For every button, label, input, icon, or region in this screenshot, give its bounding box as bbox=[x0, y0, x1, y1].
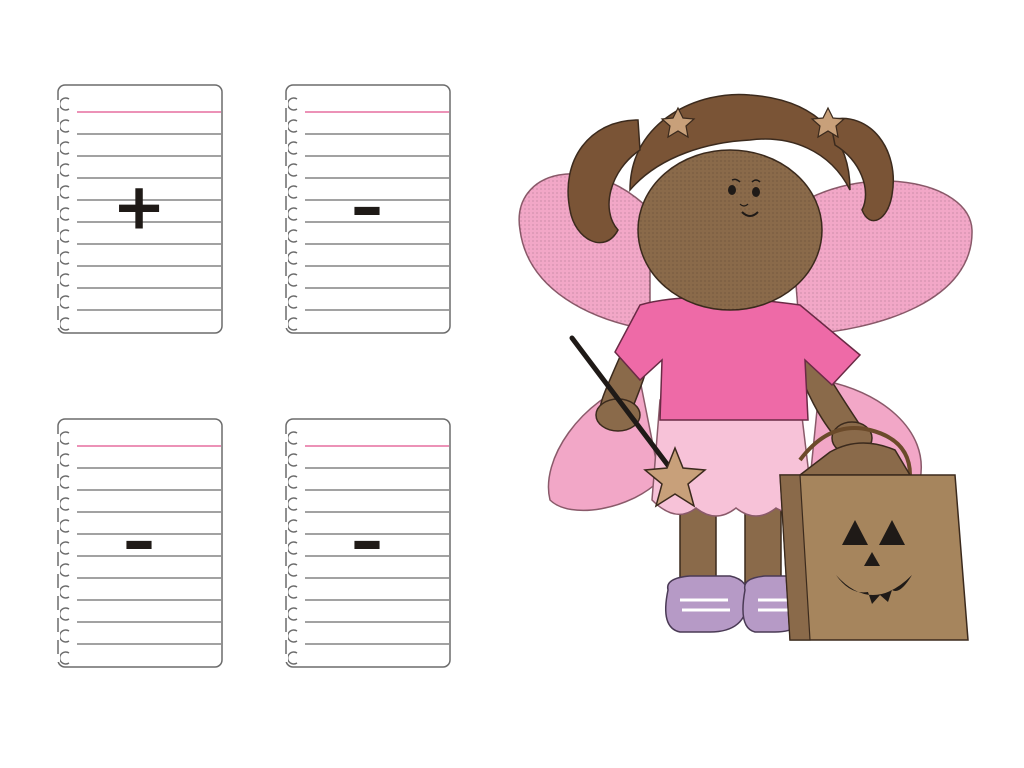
pumpkin-bag-icon bbox=[779, 426, 969, 641]
spiral-ring-icon bbox=[59, 585, 70, 599]
spiral-ring-icon bbox=[287, 295, 298, 309]
spiral-ring-icon bbox=[287, 273, 298, 287]
notepad-card-minus: – bbox=[283, 418, 451, 668]
spiral-ring-icon bbox=[59, 475, 70, 489]
spiral-ring-icon bbox=[287, 119, 298, 133]
spiral-ring-icon bbox=[59, 317, 70, 331]
spiral-ring-icon bbox=[287, 317, 298, 331]
spiral-ring-icon bbox=[287, 163, 298, 177]
card-symbol: – bbox=[123, 504, 155, 579]
spiral-ring-icon bbox=[287, 251, 298, 265]
spiral-ring-icon bbox=[287, 497, 298, 511]
spiral-ring-icon bbox=[287, 453, 298, 467]
spiral-ring-icon bbox=[59, 497, 70, 511]
spiral-ring-icon bbox=[59, 453, 70, 467]
card-symbol: – bbox=[351, 504, 383, 579]
spiral-ring-icon bbox=[59, 163, 70, 177]
spiral-ring-icon bbox=[59, 295, 70, 309]
spiral-ring-icon bbox=[287, 431, 298, 445]
spiral-ring-icon bbox=[287, 141, 298, 155]
spiral-ring-icon bbox=[59, 651, 70, 665]
spiral-ring-icon bbox=[59, 431, 70, 445]
spiral-ring-icon bbox=[59, 251, 70, 265]
notepad-card-plus: + bbox=[55, 84, 223, 334]
spiral-ring-icon bbox=[59, 141, 70, 155]
spiral-ring-icon bbox=[287, 651, 298, 665]
spiral-ring-icon bbox=[287, 629, 298, 643]
notepad-card-minus: – bbox=[55, 418, 223, 668]
spiral-ring-icon bbox=[59, 273, 70, 287]
spiral-ring-icon bbox=[287, 607, 298, 621]
spiral-ring-icon bbox=[59, 97, 70, 111]
spiral-ring-icon bbox=[59, 607, 70, 621]
spiral-ring-icon bbox=[287, 475, 298, 489]
notepad-card-minus: – bbox=[283, 84, 451, 334]
spiral-ring-icon bbox=[59, 119, 70, 133]
spiral-ring-icon bbox=[287, 585, 298, 599]
spiral-ring-icon bbox=[59, 629, 70, 643]
card-symbol: – bbox=[351, 170, 383, 245]
card-symbol: + bbox=[112, 170, 166, 245]
spiral-ring-icon bbox=[287, 97, 298, 111]
fairy-girl-illustration bbox=[518, 93, 973, 641]
